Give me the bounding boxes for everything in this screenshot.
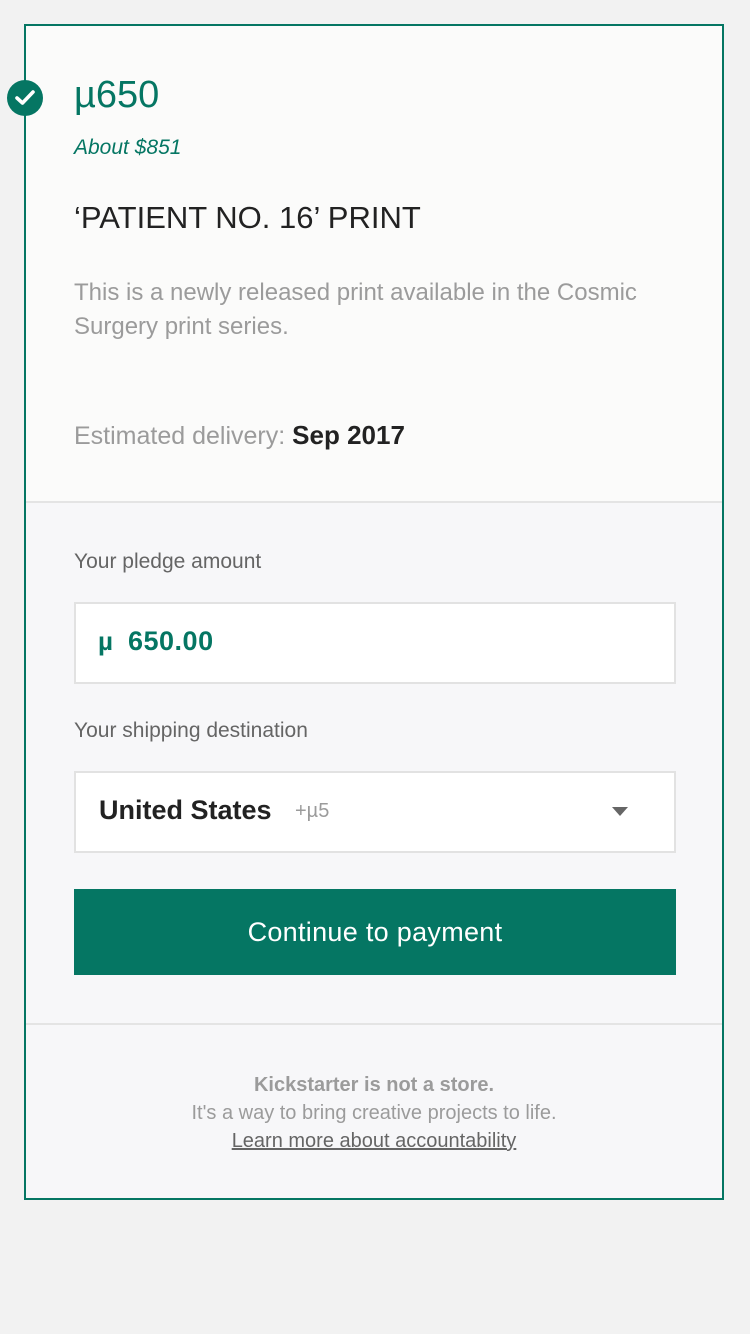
shipping-destination-label: Your shipping destination xyxy=(74,719,308,742)
delivery-date: Sep 2017 xyxy=(292,420,405,450)
footer-text: It's a way to bring creative projects to… xyxy=(191,1102,557,1124)
currency-symbol: µ xyxy=(98,626,113,656)
accountability-link[interactable]: Learn more about accountability xyxy=(26,1127,722,1155)
reward-amount: µ650 xyxy=(74,74,160,116)
delivery-label: Estimated delivery: xyxy=(74,422,286,450)
reward-title: ‘PATIENT NO. 16’ PRINT xyxy=(74,200,421,235)
divider xyxy=(26,1023,722,1025)
accountability-footer: Kickstarter is not a store. It's a way t… xyxy=(26,1071,722,1155)
estimated-delivery: Estimated delivery: Sep 2017 xyxy=(74,420,405,451)
shipping-cost: +µ5 xyxy=(295,800,330,822)
pledge-amount-value[interactable]: 650.00 xyxy=(128,626,214,657)
selected-country: United States xyxy=(99,795,272,825)
check-icon xyxy=(7,80,43,116)
continue-to-payment-button[interactable]: Continue to payment xyxy=(74,889,676,975)
shipping-destination-select[interactable]: United States +µ5 xyxy=(74,771,676,853)
converted-amount: About $851 xyxy=(74,136,182,159)
reward-summary: µ650 About $851 ‘PATIENT NO. 16’ PRINT T… xyxy=(7,26,722,503)
reward-description: This is a newly released print available… xyxy=(74,279,637,340)
footer-heading: Kickstarter is not a store. xyxy=(253,1074,495,1096)
pledge-amount-input[interactable]: µ 650.00 xyxy=(74,602,676,684)
pledge-amount-label: Your pledge amount xyxy=(74,550,262,573)
chevron-down-icon[interactable] xyxy=(612,807,628,816)
reward-card: µ650 About $851 ‘PATIENT NO. 16’ PRINT T… xyxy=(7,24,724,1200)
